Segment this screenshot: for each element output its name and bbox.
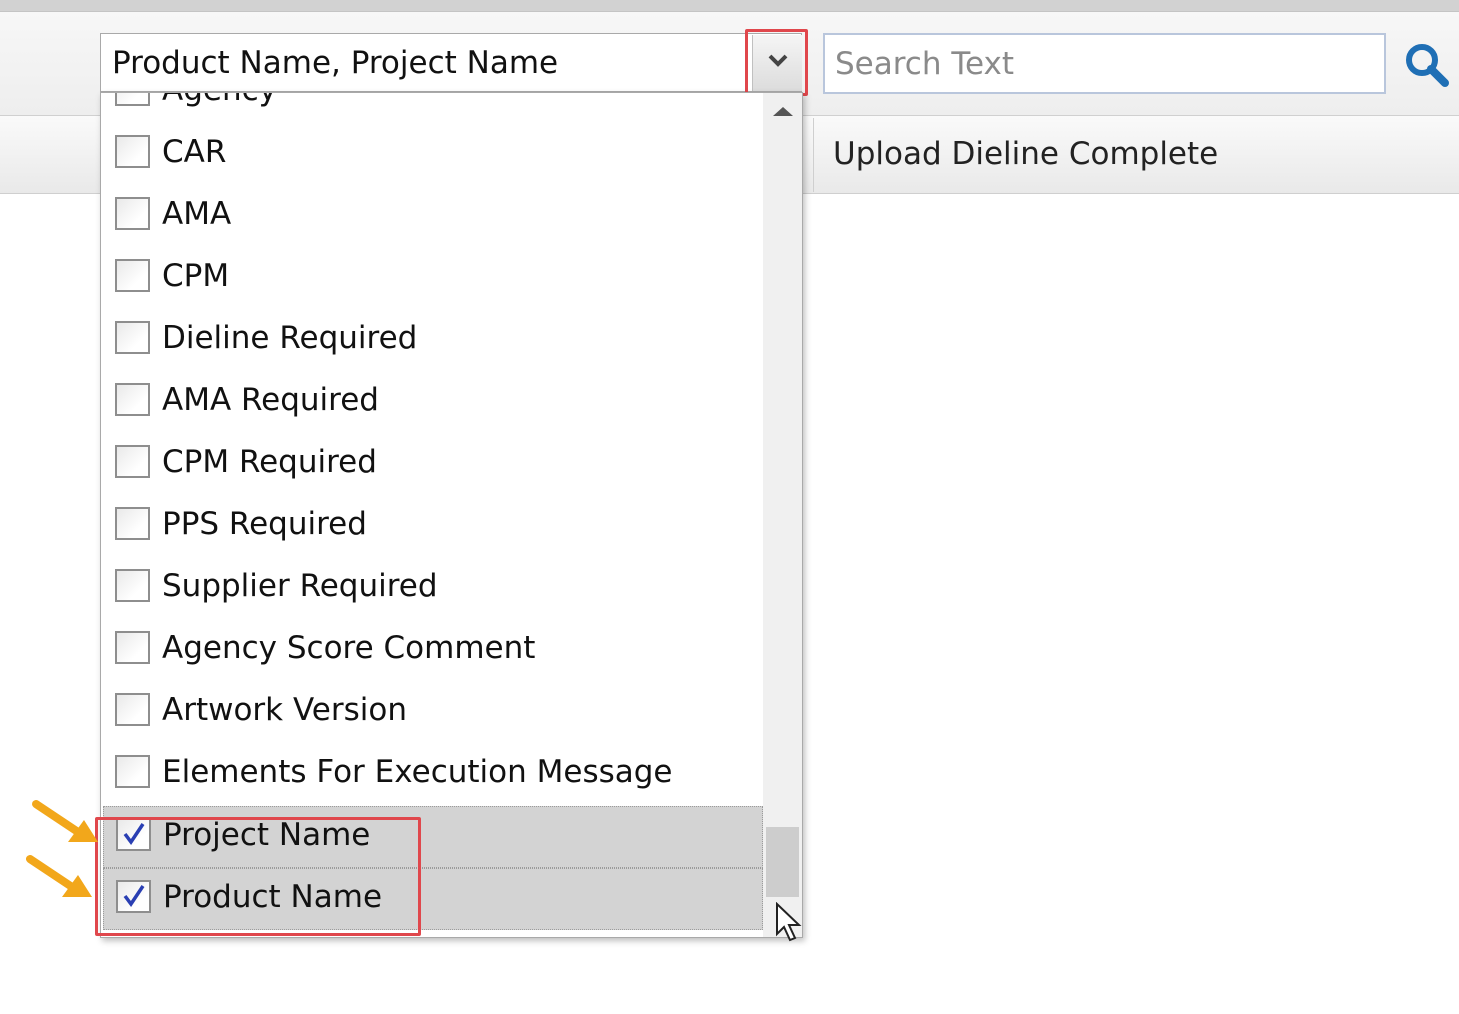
option-label: AMA Required — [162, 382, 379, 418]
top-strip — [0, 0, 1459, 12]
combobox-selected-value: Product Name, Project Name — [112, 45, 559, 81]
option-label: Agency — [162, 93, 277, 108]
option-label: Agency Score Comment — [162, 630, 536, 666]
option-label: Elements For Execution Message — [162, 754, 673, 790]
option-item[interactable]: CPM Required — [103, 434, 763, 496]
search-icon[interactable] — [1404, 42, 1450, 88]
option-item[interactable]: Elements For Execution Message — [103, 744, 763, 806]
checkbox[interactable] — [115, 507, 150, 540]
checkbox[interactable] — [115, 445, 150, 478]
highlight-box-dropdown-button — [745, 29, 808, 96]
checkbox[interactable] — [115, 383, 150, 416]
checkbox[interactable] — [115, 321, 150, 354]
mouse-cursor-icon — [776, 902, 802, 942]
column-separator — [813, 118, 814, 192]
highlight-box-checked-items — [95, 817, 421, 936]
option-item[interactable]: AMA — [103, 186, 763, 248]
option-item[interactable]: Dieline Required — [103, 310, 763, 372]
scroll-thumb[interactable] — [766, 827, 799, 897]
checkbox[interactable] — [115, 197, 150, 230]
checkbox[interactable] — [115, 693, 150, 726]
option-label: CPM Required — [162, 444, 377, 480]
option-label: Supplier Required — [162, 568, 438, 604]
option-item[interactable]: Supplier Required — [103, 558, 763, 620]
scrollbar[interactable] — [763, 93, 802, 937]
checkbox[interactable] — [115, 259, 150, 292]
option-item[interactable]: PPS Required — [103, 496, 763, 558]
column-options-dropdown: Agency CAR AMA CPM Dieline Required AMA Requi… — [100, 92, 803, 938]
option-item[interactable]: Agency Score Comment — [103, 620, 763, 682]
column-filter-combobox[interactable]: Product Name, Project Name — [100, 33, 802, 92]
search-field[interactable] — [823, 33, 1386, 94]
scroll-up-arrow-icon[interactable] — [773, 107, 793, 116]
option-label: CPM — [162, 258, 230, 294]
option-label: Dieline Required — [162, 320, 418, 356]
arrow-right-icon — [32, 800, 98, 842]
checkbox[interactable] — [115, 631, 150, 664]
checkbox[interactable] — [115, 135, 150, 168]
option-label: AMA — [162, 196, 232, 232]
column-header-upload-dieline-complete[interactable]: Upload Dieline Complete — [833, 136, 1218, 172]
search-input[interactable] — [825, 35, 1384, 92]
option-item[interactable]: AMA Required — [103, 372, 763, 434]
checkbox[interactable] — [115, 569, 150, 602]
option-item[interactable]: Artwork Version — [103, 682, 763, 744]
option-label: Artwork Version — [162, 692, 407, 728]
arrow-right-icon — [26, 855, 92, 897]
option-label: CAR — [162, 134, 227, 170]
option-item[interactable]: Agency — [103, 93, 763, 124]
options-list: Agency CAR AMA CPM Dieline Required AMA Requi… — [101, 93, 763, 937]
option-item[interactable]: CPM — [103, 248, 763, 310]
option-label: PPS Required — [162, 506, 367, 542]
checkbox[interactable] — [115, 755, 150, 788]
checkbox[interactable] — [115, 93, 150, 106]
option-item[interactable]: CAR — [103, 124, 763, 186]
